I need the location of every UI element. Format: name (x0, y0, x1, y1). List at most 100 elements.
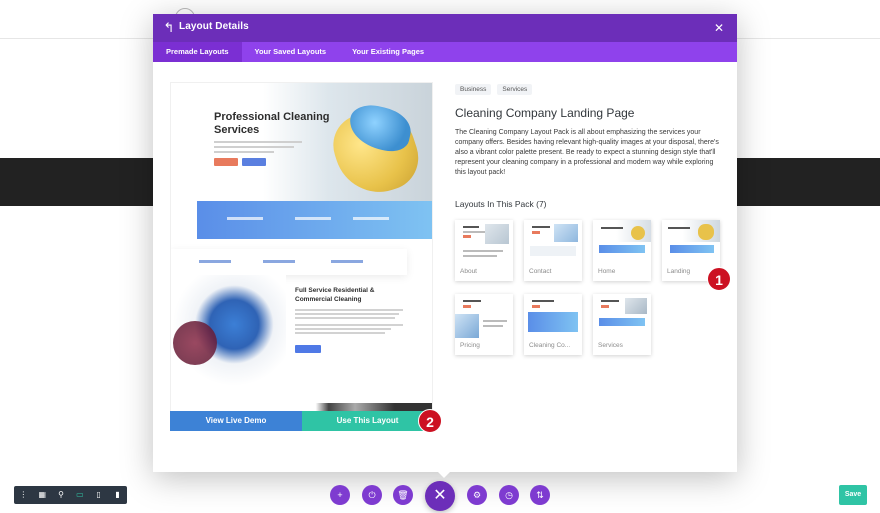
modal-pointer (438, 472, 450, 478)
thumb-block (698, 224, 714, 240)
thumb-line (463, 250, 503, 252)
preview-text-line (214, 146, 294, 148)
layout-thumb-home[interactable]: Home (593, 220, 651, 281)
thumb-block (554, 224, 578, 242)
thumb-block (532, 305, 540, 308)
annotation-marker-1: 1 (707, 267, 731, 291)
thumb-line (463, 231, 485, 233)
thumb-block (530, 246, 576, 256)
desktop-icon[interactable]: ▭ (70, 486, 89, 504)
thumb-block (485, 224, 509, 244)
tab-premade-layouts[interactable]: Premade Layouts (153, 42, 242, 62)
thumb-label: Cleaning Co... (529, 342, 571, 349)
preview-text-line (295, 332, 385, 334)
thumb-label: About (460, 268, 477, 275)
layout-thumb-cleaning-co[interactable]: Cleaning Co... (524, 294, 582, 355)
tablet-icon[interactable]: ▯ (89, 486, 108, 504)
preview-text-line (295, 313, 399, 315)
thumb-block (599, 318, 645, 326)
thumb-image (455, 294, 513, 338)
use-this-layout-button[interactable]: Use This Layout (302, 411, 433, 431)
thumb-line (532, 226, 550, 228)
preview-text-line (295, 309, 403, 311)
thumb-line (463, 226, 479, 228)
thumb-block (670, 245, 714, 253)
layout-description: The Cleaning Company Layout Pack is all … (455, 129, 719, 176)
thumb-image (593, 294, 651, 338)
save-button[interactable]: Save (839, 485, 867, 505)
preview-row-item (263, 260, 295, 263)
preview-text-line (295, 324, 403, 326)
preview-button (242, 158, 266, 166)
thumb-line (601, 300, 619, 302)
tag-services[interactable]: Services (497, 84, 533, 95)
thumb-label: Home (598, 268, 616, 275)
gear-icon[interactable]: ⚙ (467, 485, 487, 505)
thumb-image (593, 220, 651, 264)
preview-hero-title: Professional Cleaning Services (214, 111, 330, 136)
preview-row-item (199, 260, 231, 263)
thumb-block (463, 305, 471, 308)
thumb-line (668, 227, 690, 229)
dots-icon[interactable]: ⋮ (14, 486, 33, 504)
layout-details-modal: ↰ Layout Details ✕ Premade Layouts Your … (153, 14, 737, 472)
tag-business[interactable]: Business (455, 84, 492, 95)
thumb-line (483, 320, 507, 322)
thumb-block (455, 314, 479, 338)
thumb-line (532, 300, 554, 302)
thumb-line (463, 255, 497, 257)
add-icon[interactable]: + (330, 485, 350, 505)
preview-learn-more-button (295, 345, 321, 353)
thumb-label: Services (598, 342, 623, 349)
preview-band-item (227, 217, 263, 220)
layout-preview-image[interactable]: Professional Cleaning Services Full Serv… (170, 82, 433, 412)
thumb-block (463, 235, 471, 238)
thumb-label: Contact (529, 268, 552, 275)
modal-tabs: Premade Layouts Your Saved Layouts Your … (153, 42, 737, 62)
layout-thumb-pricing[interactable]: Pricing (455, 294, 513, 355)
close-dock-icon[interactable]: ✕ (425, 481, 455, 511)
modal-title: Layout Details (179, 21, 249, 32)
zoom-icon[interactable]: ⚲ (52, 486, 71, 504)
layout-thumb-contact[interactable]: Contact (524, 220, 582, 281)
annotation-marker-2: 2 (418, 409, 442, 433)
preview-services-row (171, 249, 407, 275)
preview-services-band (197, 201, 432, 239)
thumb-block (532, 231, 540, 234)
preview-text-line (214, 151, 274, 153)
history-icon[interactable]: ◷ (499, 485, 519, 505)
modal-header: ↰ Layout Details ✕ (153, 14, 737, 42)
thumb-label: Pricing (460, 342, 480, 349)
phone-icon[interactable]: ▮ (108, 486, 127, 504)
thumb-image (662, 220, 720, 264)
thumb-line (483, 325, 503, 327)
preview-bottle-graphic (173, 321, 217, 365)
builder-dock: + ⏻ 🗑 ✕ ⚙ ◷ ⇅ (330, 481, 552, 511)
preview-section-title: Full Service Residential & Commercial Cl… (295, 287, 375, 303)
thumb-line (601, 227, 623, 229)
preview-text-line (295, 328, 391, 330)
layout-thumb-about[interactable]: About (455, 220, 513, 281)
trash-icon[interactable]: 🗑 (393, 485, 413, 505)
thumb-image (524, 220, 582, 264)
preview-row-item (331, 260, 363, 263)
tab-saved-layouts[interactable]: Your Saved Layouts (242, 42, 340, 62)
thumb-image (455, 220, 513, 264)
thumb-block (599, 245, 645, 253)
thumb-block (528, 312, 578, 332)
thumb-image (524, 294, 582, 338)
preview-text-line (214, 141, 302, 143)
preview-band-item (295, 217, 331, 220)
preview-band-item (353, 217, 389, 220)
view-live-demo-button[interactable]: View Live Demo (170, 411, 302, 431)
sort-icon[interactable]: ⇅ (530, 485, 550, 505)
power-icon[interactable]: ⏻ (362, 485, 382, 505)
layout-title: Cleaning Company Landing Page (455, 106, 635, 120)
thumb-block (631, 226, 645, 240)
close-icon[interactable]: ✕ (711, 20, 727, 36)
tab-existing-pages[interactable]: Your Existing Pages (339, 42, 437, 62)
layout-thumb-services[interactable]: Services (593, 294, 651, 355)
category-tags: Business Services (455, 84, 533, 95)
wireframe-icon[interactable]: ▦ (33, 486, 52, 504)
back-arrow-icon[interactable]: ↰ (161, 20, 177, 36)
